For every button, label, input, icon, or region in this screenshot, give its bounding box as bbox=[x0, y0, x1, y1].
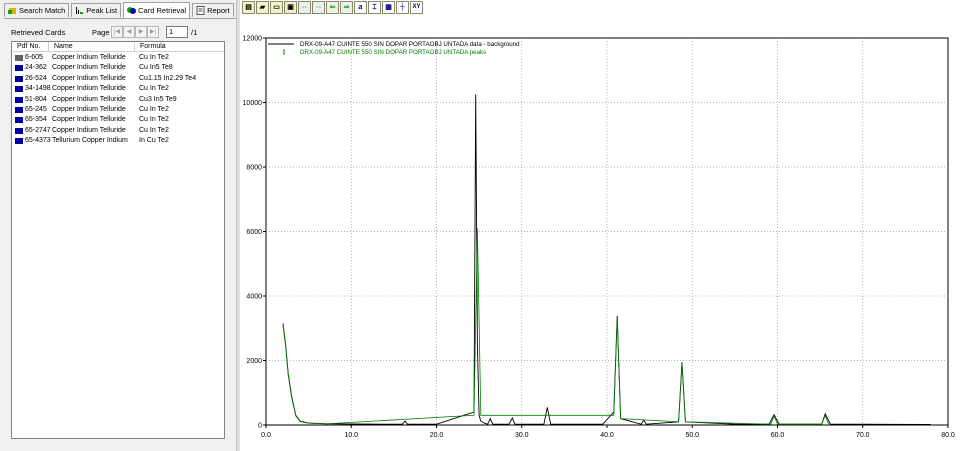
y-tick-label: 6000 bbox=[246, 229, 262, 236]
card-pdf-number: 65-245 bbox=[25, 106, 47, 113]
x-tick-label: 50.0 bbox=[685, 432, 699, 439]
card-pdf-number: 65-2747 bbox=[25, 126, 51, 134]
search-match-icon bbox=[8, 8, 16, 14]
card-name: Copper Indium Telluride bbox=[52, 126, 126, 134]
card-name: Tellurium Copper Indium bbox=[52, 137, 128, 145]
x-tick-label: 40.0 bbox=[600, 432, 614, 439]
card-row[interactable]: 24-362 Copper Indium Telluride Cu In5 Te8 bbox=[12, 63, 224, 73]
tab-report-label: Report bbox=[207, 6, 230, 15]
x-tick-label: 10.0 bbox=[344, 432, 358, 439]
card-row[interactable]: 26-524 Copper Indium Telluride Cu1.15 In2.… bbox=[12, 74, 224, 84]
x-tick-label: 60.0 bbox=[771, 432, 785, 439]
card-row[interactable]: 65-354 Copper Indium Telluride Cu In Te2 bbox=[12, 115, 224, 125]
card-name: Copper Indium Telluride bbox=[52, 85, 126, 93]
x-tick-label: 20.0 bbox=[430, 432, 444, 439]
folder-icon bbox=[15, 127, 23, 134]
card-name: Copper Indium Telluride bbox=[52, 95, 126, 103]
last-page-button[interactable]: ▶| bbox=[147, 26, 159, 38]
card-row[interactable]: 51-804 Copper Indium Telluride Cu3 In5 Te9 bbox=[12, 95, 224, 105]
tab-search-match-label: Search Match bbox=[19, 6, 66, 15]
tab-card-retrieval-label: Card Retrieval bbox=[138, 6, 187, 15]
card-pdf-number: 51-804 bbox=[25, 95, 47, 103]
y-tick-label: 2000 bbox=[246, 358, 262, 365]
card-pdf-number: 65-354 bbox=[25, 116, 47, 124]
x-tick-label: 30.0 bbox=[515, 432, 529, 439]
card-row[interactable]: 6-605 Copper Indium Telluride Cu In Te2 bbox=[12, 53, 224, 63]
tab-card-retrieval[interactable]: Card Retrieval bbox=[123, 2, 191, 18]
peak-list-icon bbox=[76, 7, 84, 14]
card-name: Copper Indium Telluride bbox=[52, 64, 126, 72]
card-name: Copper Indium Telluride bbox=[52, 74, 126, 82]
retrieved-cards-list[interactable]: Pdf No. Name Formula 6-605 Copper Indium … bbox=[11, 41, 225, 439]
selected-card-icon bbox=[15, 55, 23, 61]
folder-icon bbox=[15, 96, 23, 103]
y-tick-label: 8000 bbox=[246, 165, 262, 172]
card-formula: In Cu Te2 bbox=[139, 137, 169, 145]
y-tick-label: 4000 bbox=[246, 294, 262, 301]
legend-label: DRX-09-A47 CUINTE 550 SIN DOPAR PORTAOBJ… bbox=[300, 49, 486, 56]
card-formula: Cu In Te2 bbox=[139, 106, 169, 113]
folder-icon bbox=[15, 86, 23, 93]
folder-icon bbox=[15, 75, 23, 82]
card-row[interactable]: 65-4373 Tellurium Copper Indium In Cu Te2 bbox=[12, 136, 224, 146]
card-formula: Cu In Te2 bbox=[139, 54, 169, 61]
card-pdf-number: 6-605 bbox=[25, 54, 43, 61]
page-input[interactable]: 1 bbox=[166, 26, 188, 38]
card-name: Copper Indium Telluride bbox=[52, 116, 126, 124]
x-tick-label: 80.0 bbox=[941, 432, 955, 439]
page-total: /1 bbox=[191, 28, 198, 37]
column-header-formula[interactable]: Formula bbox=[135, 42, 224, 52]
report-icon bbox=[196, 6, 205, 15]
tab-bar: Search Match Peak List Card Retrieval Re… bbox=[4, 2, 236, 19]
tab-peak-list-label: Peak List bbox=[86, 6, 118, 15]
card-name: Copper Indium Telluride bbox=[52, 54, 126, 61]
tab-report[interactable]: Report bbox=[192, 3, 234, 17]
folder-icon bbox=[15, 107, 23, 113]
card-retrieval-icon bbox=[127, 7, 137, 14]
card-formula: Cu1.15 In2.29 Te4 bbox=[139, 74, 197, 82]
card-pdf-number: 24-362 bbox=[25, 64, 47, 72]
card-row[interactable]: 65-2747 Copper Indium Telluride Cu In Te2 bbox=[12, 126, 224, 136]
next-page-button[interactable]: ▶ bbox=[135, 26, 147, 38]
first-page-button[interactable]: |◀ bbox=[111, 26, 123, 38]
column-header-pdf[interactable]: Pdf No. bbox=[12, 42, 49, 52]
y-tick-label: 12000 bbox=[243, 36, 263, 43]
y-tick-label: 10000 bbox=[243, 100, 263, 107]
card-name: Copper Indium Telluride bbox=[52, 106, 126, 113]
prev-page-button[interactable]: ◀ bbox=[123, 26, 135, 38]
retrieved-cards-label: Retrieved Cards bbox=[11, 28, 66, 37]
card-formula: Cu In Te2 bbox=[139, 85, 169, 93]
chart-panel: ▤ ▰ ▭ ▣ ⇔ ⇔ ⇐ ⇒ a ⌶ ▦ ┼ XY 0.0 10.0 20.0 30… bbox=[240, 0, 962, 451]
folder-icon bbox=[15, 65, 23, 72]
x-tick-label: 0.0 bbox=[261, 432, 271, 439]
card-pdf-number: 65-4373 bbox=[25, 137, 51, 145]
card-pdf-number: 26-524 bbox=[25, 74, 47, 82]
left-panel: Search Match Peak List Card Retrieval Re… bbox=[0, 0, 236, 451]
folder-icon bbox=[15, 117, 23, 124]
xrd-chart[interactable]: 0.0 10.0 20.0 30.0 40.0 50.0 60.0 70.0 80.0 0 2000… bbox=[240, 0, 962, 451]
y-tick-label: 0 bbox=[258, 423, 262, 430]
column-header-name[interactable]: Name bbox=[49, 42, 135, 52]
card-formula: Cu In Te2 bbox=[139, 126, 169, 134]
x-tick-label: 70.0 bbox=[856, 432, 870, 439]
card-formula: Cu In Te2 bbox=[139, 116, 169, 124]
tab-search-match[interactable]: Search Match bbox=[4, 3, 70, 17]
card-pdf-number: 34-1498 bbox=[25, 85, 51, 93]
card-row[interactable]: 65-245 Copper Indium Telluride Cu In Te2 bbox=[12, 105, 224, 115]
card-row[interactable]: 34-1498 Copper Indium Telluride Cu In Te2 bbox=[12, 84, 224, 94]
card-formula: Cu In5 Te8 bbox=[139, 64, 173, 72]
card-formula: Cu3 In5 Te9 bbox=[139, 95, 177, 103]
tab-divider bbox=[4, 18, 236, 19]
folder-icon bbox=[15, 138, 23, 145]
tab-peak-list[interactable]: Peak List bbox=[71, 3, 122, 17]
legend-label: DRX-09-A47 CUINTE 550 SIN DOPAR PORTAOBJ… bbox=[300, 41, 520, 48]
page-label: Page bbox=[92, 28, 110, 37]
